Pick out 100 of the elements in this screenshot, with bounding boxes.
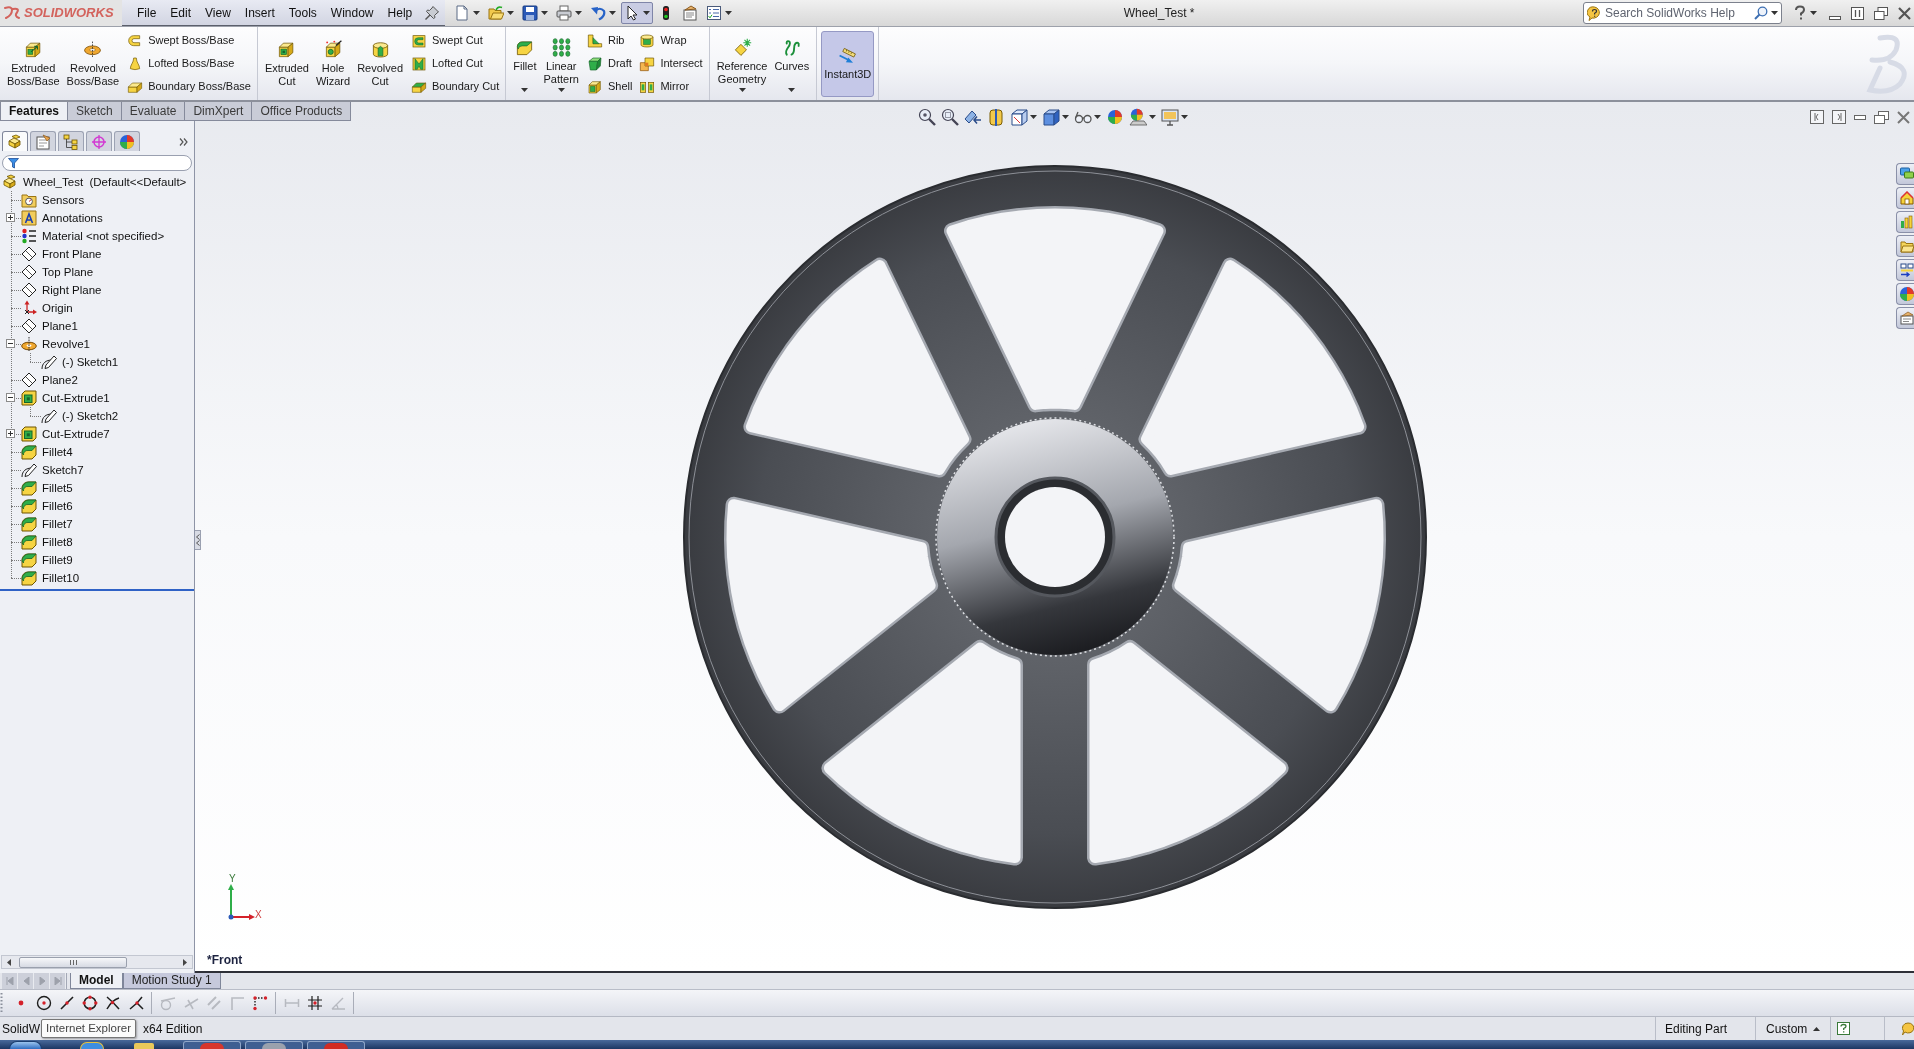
- panel-collapse-handle[interactable]: [195, 530, 201, 550]
- instant3d-button[interactable]: Instant3D: [821, 30, 875, 97]
- intersect-button[interactable]: Intersect: [637, 52, 705, 75]
- command-tab[interactable]: Sketch: [68, 102, 122, 121]
- menu-item[interactable]: Help: [380, 3, 420, 22]
- tile-button[interactable]: [1851, 6, 1864, 20]
- wrap-button[interactable]: Wrap: [637, 29, 705, 52]
- tree-item[interactable]: Sensors: [42, 192, 85, 208]
- task-pane-tab[interactable]: [1896, 307, 1914, 329]
- expand-toggle[interactable]: [6, 213, 15, 222]
- view-orientation-button[interactable]: [1010, 108, 1037, 126]
- tree-item[interactable]: Cut-Extrude1: [42, 390, 110, 406]
- tree-item[interactable]: Front Plane: [42, 246, 102, 262]
- more-tabs-button[interactable]: [179, 138, 188, 146]
- task-pane-tab[interactable]: [1896, 235, 1914, 257]
- command-tab[interactable]: DimXpert: [185, 102, 253, 121]
- collapse-toggle[interactable]: [6, 339, 15, 348]
- tree-item[interactable]: Fillet4: [42, 444, 73, 460]
- section-view-button[interactable]: [987, 108, 1005, 126]
- task-pane-tab[interactable]: [1896, 187, 1914, 209]
- close-button[interactable]: [1898, 6, 1911, 20]
- ref-geometry-button[interactable]: Reference Geometry: [713, 30, 771, 97]
- command-tab[interactable]: Evaluate: [121, 102, 186, 121]
- sweep-button[interactable]: Swept Boss/Base: [125, 29, 253, 52]
- tree-item[interactable]: Revolve1: [42, 336, 90, 352]
- tree-item[interactable]: Fillet6: [42, 498, 73, 514]
- view-settings-button[interactable]: [1161, 108, 1188, 126]
- restore-view-button[interactable]: [1874, 110, 1889, 124]
- property-manager-tab[interactable]: [30, 131, 56, 151]
- collapse-toggle[interactable]: [6, 393, 15, 402]
- expand-toggle[interactable]: [6, 429, 15, 438]
- display-manager-tab[interactable]: [114, 131, 140, 151]
- mirror-button[interactable]: Mirror: [637, 75, 705, 98]
- feature-manager-tab[interactable]: [2, 131, 28, 151]
- curves-button[interactable]: Curves: [771, 30, 813, 97]
- taskbar-button[interactable]: [245, 1041, 303, 1049]
- horizontal-scrollbar[interactable]: [1, 955, 193, 969]
- tree-item[interactable]: (-) Sketch1: [62, 354, 119, 370]
- shell-button[interactable]: Shell: [584, 75, 635, 98]
- minimize-view-button[interactable]: [1854, 114, 1866, 120]
- tree-item[interactable]: Wheel_Test (Default<<Default>: [23, 174, 187, 190]
- bottom-tab[interactable]: Model: [70, 973, 123, 989]
- search-field[interactable]: Search SolidWorks Help: [1583, 2, 1782, 24]
- loft-button[interactable]: Lofted Boss/Base: [125, 52, 253, 75]
- rib-button[interactable]: Rib: [584, 29, 635, 52]
- menu-item[interactable]: View: [198, 3, 238, 22]
- hole-wizard-button[interactable]: Hole Wizard: [312, 30, 354, 97]
- tree-item[interactable]: Plane1: [42, 318, 78, 334]
- bottom-tab[interactable]: Motion Study 1: [122, 973, 221, 989]
- revolve-button[interactable]: Revolved Boss/Base: [63, 30, 123, 97]
- tree-item[interactable]: Annotations: [42, 210, 103, 226]
- task-pane-tab[interactable]: [1896, 283, 1914, 305]
- tree-item[interactable]: Right Plane: [42, 282, 102, 298]
- boundary-cut-button[interactable]: Boundary Cut: [409, 75, 502, 98]
- task-pane-tab[interactable]: [1896, 259, 1914, 281]
- tree-item[interactable]: Origin: [42, 300, 73, 316]
- scene-button[interactable]: [1129, 108, 1156, 126]
- fillet-button[interactable]: Fillet: [510, 30, 540, 97]
- dimxpert-manager-tab[interactable]: [86, 131, 112, 151]
- tree-item[interactable]: Fillet7: [42, 516, 73, 532]
- scrollbar-thumb[interactable]: [19, 956, 127, 968]
- menu-item[interactable]: Insert: [237, 3, 282, 22]
- previous-view-button[interactable]: [964, 108, 982, 126]
- tree-item[interactable]: Material <not specified>: [42, 228, 165, 244]
- zoom-fit-button[interactable]: [918, 108, 936, 126]
- menu-item[interactable]: File: [130, 3, 164, 22]
- display-style-button[interactable]: [1042, 108, 1069, 126]
- task-pane-tab[interactable]: [1896, 163, 1914, 185]
- select-button[interactable]: [621, 2, 654, 24]
- revolve-cut-button[interactable]: Revolved Cut: [354, 30, 406, 97]
- menu-item[interactable]: Tools: [281, 3, 324, 22]
- draft-button[interactable]: Draft: [584, 52, 635, 75]
- taskbar-button[interactable]: [307, 1041, 365, 1049]
- tree-item[interactable]: Fillet8: [42, 534, 73, 550]
- help-button[interactable]: [1794, 5, 1817, 21]
- menu-item[interactable]: Window: [323, 3, 381, 22]
- taskbar-app-icon[interactable]: [80, 1042, 104, 1049]
- tree-item[interactable]: Fillet9: [42, 552, 73, 568]
- restore-button[interactable]: [1874, 6, 1888, 20]
- tree-item[interactable]: Fillet10: [42, 570, 80, 586]
- tree-item[interactable]: Fillet5: [42, 480, 73, 496]
- loft-cut-button[interactable]: Lofted Cut: [409, 52, 502, 75]
- command-tab[interactable]: Features: [0, 102, 69, 121]
- appearance-button[interactable]: [1106, 108, 1124, 126]
- close-view-button[interactable]: [1897, 110, 1910, 124]
- tree-item[interactable]: Plane2: [42, 372, 78, 388]
- command-tab[interactable]: Office Products: [252, 102, 352, 121]
- pattern-button[interactable]: Linear Pattern: [540, 30, 582, 97]
- pin-button[interactable]: [425, 5, 440, 20]
- tree-item[interactable]: Cut-Extrude7: [42, 426, 110, 442]
- menu-item[interactable]: Edit: [163, 3, 199, 22]
- sweep-cut-button[interactable]: Swept Cut: [409, 29, 502, 52]
- tile-right-button[interactable]: [1832, 110, 1846, 124]
- boundary-button[interactable]: Boundary Boss/Base: [125, 75, 253, 98]
- tile-left-button[interactable]: [1810, 110, 1824, 124]
- extrude-cut-button[interactable]: Extruded Cut: [261, 30, 312, 97]
- zoom-area-button[interactable]: [941, 108, 959, 126]
- taskbar-button[interactable]: [183, 1041, 241, 1049]
- filter-field[interactable]: [2, 155, 192, 171]
- tree-item[interactable]: (-) Sketch2: [62, 408, 119, 424]
